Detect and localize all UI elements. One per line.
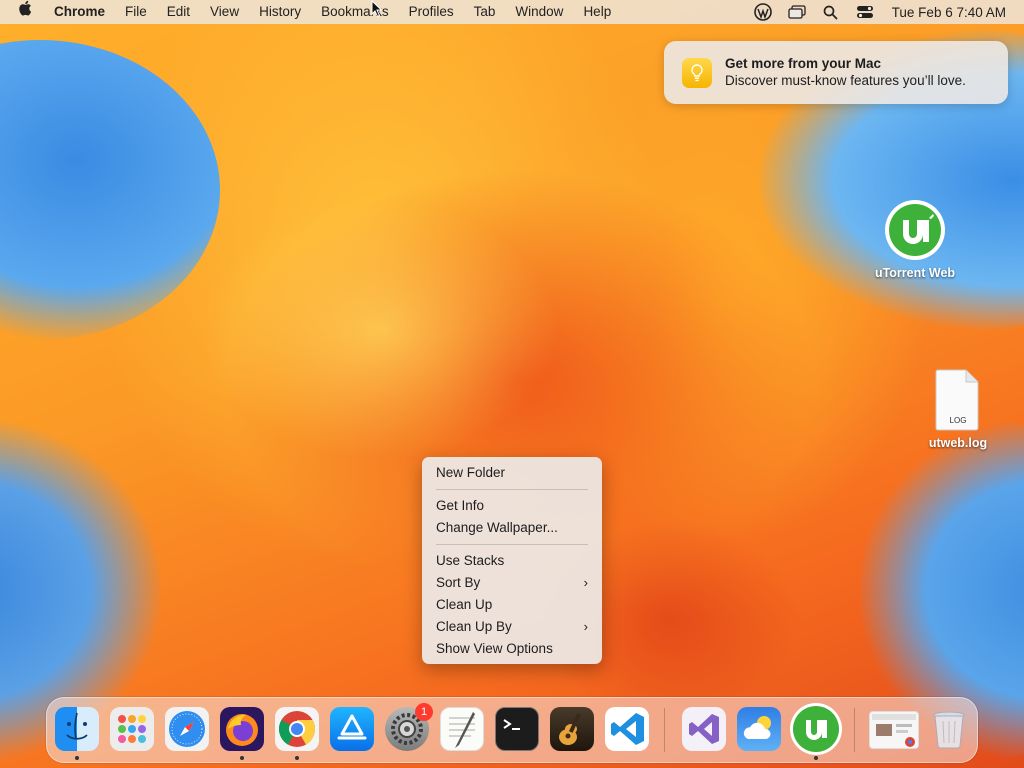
control-center-icon[interactable] — [855, 4, 875, 20]
lightbulb-icon — [682, 58, 712, 88]
app-store-icon[interactable] — [330, 707, 374, 751]
notification-body: Discover must-know features you’ll love. — [725, 73, 966, 88]
menu-item-label: Sort By — [436, 575, 481, 590]
menu-view[interactable]: View — [200, 0, 249, 24]
textedit-icon[interactable] — [440, 707, 484, 751]
utorrent-icon[interactable] — [790, 703, 842, 755]
desktop-context-menu: New Folder Get Info Change Wallpaper... … — [422, 457, 602, 664]
menu-item-get-info[interactable]: Get Info — [422, 495, 602, 517]
desktop-icon-label: uTorrent Web — [874, 266, 956, 280]
notification-badge: 1 — [415, 703, 433, 721]
terminal-icon[interactable] — [495, 707, 539, 751]
dock-separator — [854, 708, 855, 752]
file-type-badge: LOG — [949, 416, 967, 425]
running-indicator — [75, 756, 79, 760]
garageband-icon[interactable] — [550, 707, 594, 751]
menu-history[interactable]: History — [249, 0, 311, 24]
firefox-icon[interactable] — [220, 707, 264, 751]
menu-bar-clock[interactable]: Tue Feb 6 7:40 AM — [882, 5, 1024, 20]
system-settings-icon[interactable]: 1 — [385, 703, 433, 751]
menu-item-clean-up-by[interactable]: Clean Up By › — [422, 616, 602, 638]
notification-title: Get more from your Mac — [725, 56, 882, 71]
spotlight-search-icon[interactable] — [821, 4, 841, 20]
chevron-right-icon: › — [583, 575, 588, 590]
menu-profiles[interactable]: Profiles — [399, 0, 464, 24]
finder-icon[interactable] — [55, 707, 99, 751]
menu-item-new-folder[interactable]: New Folder — [422, 462, 602, 484]
menu-item-show-view-options[interactable]: Show View Options — [422, 638, 602, 660]
menu-app-name[interactable]: Chrome — [44, 0, 115, 24]
menu-bar: Chrome File Edit View History Bookmarks … — [0, 0, 1024, 24]
visual-studio-icon[interactable] — [682, 707, 726, 751]
mouse-cursor-icon — [371, 0, 383, 23]
menu-tab[interactable]: Tab — [464, 0, 506, 24]
notification-banner[interactable]: Get more from your Mac Discover must-kno… — [664, 41, 1008, 104]
desktop-icon-utweb-log[interactable]: LOG utweb.log — [908, 368, 1008, 450]
wordpress-icon[interactable] — [753, 3, 773, 21]
trash-icon[interactable] — [927, 707, 971, 751]
menu-file[interactable]: File — [115, 0, 157, 24]
desktop-icon-label: utweb.log — [928, 436, 988, 450]
utorrent-web-icon — [883, 198, 947, 262]
running-indicator — [295, 756, 299, 760]
chrome-window-icon[interactable] — [869, 711, 919, 749]
menu-item-clean-up[interactable]: Clean Up — [422, 594, 602, 616]
menu-help[interactable]: Help — [573, 0, 621, 24]
apple-menu-icon[interactable] — [0, 0, 44, 24]
desktop-icon-utorrent-web[interactable]: uTorrent Web — [865, 198, 965, 280]
safari-icon[interactable] — [165, 707, 209, 751]
menu-item-change-wallpaper[interactable]: Change Wallpaper... — [422, 517, 602, 539]
chrome-icon[interactable] — [275, 707, 319, 751]
dock-separator — [664, 708, 665, 752]
menu-item-sort-by[interactable]: Sort By › — [422, 572, 602, 594]
menu-separator — [436, 544, 588, 545]
chevron-right-icon: › — [583, 619, 588, 634]
running-indicator — [240, 756, 244, 760]
menu-bookmarks[interactable]: Bookmarks — [311, 0, 399, 24]
menu-item-use-stacks[interactable]: Use Stacks — [422, 550, 602, 572]
log-file-icon: LOG — [934, 368, 982, 432]
running-indicator — [814, 756, 818, 760]
vscode-icon[interactable] — [605, 707, 649, 751]
weather-icon[interactable] — [737, 707, 781, 751]
menu-item-label: Clean Up By — [436, 619, 512, 634]
menu-edit[interactable]: Edit — [157, 0, 200, 24]
menu-window[interactable]: Window — [505, 0, 573, 24]
launchpad-icon[interactable] — [110, 707, 154, 751]
menu-separator — [436, 489, 588, 490]
dock: 1 — [46, 697, 978, 763]
screen-mirroring-icon[interactable] — [787, 4, 807, 20]
